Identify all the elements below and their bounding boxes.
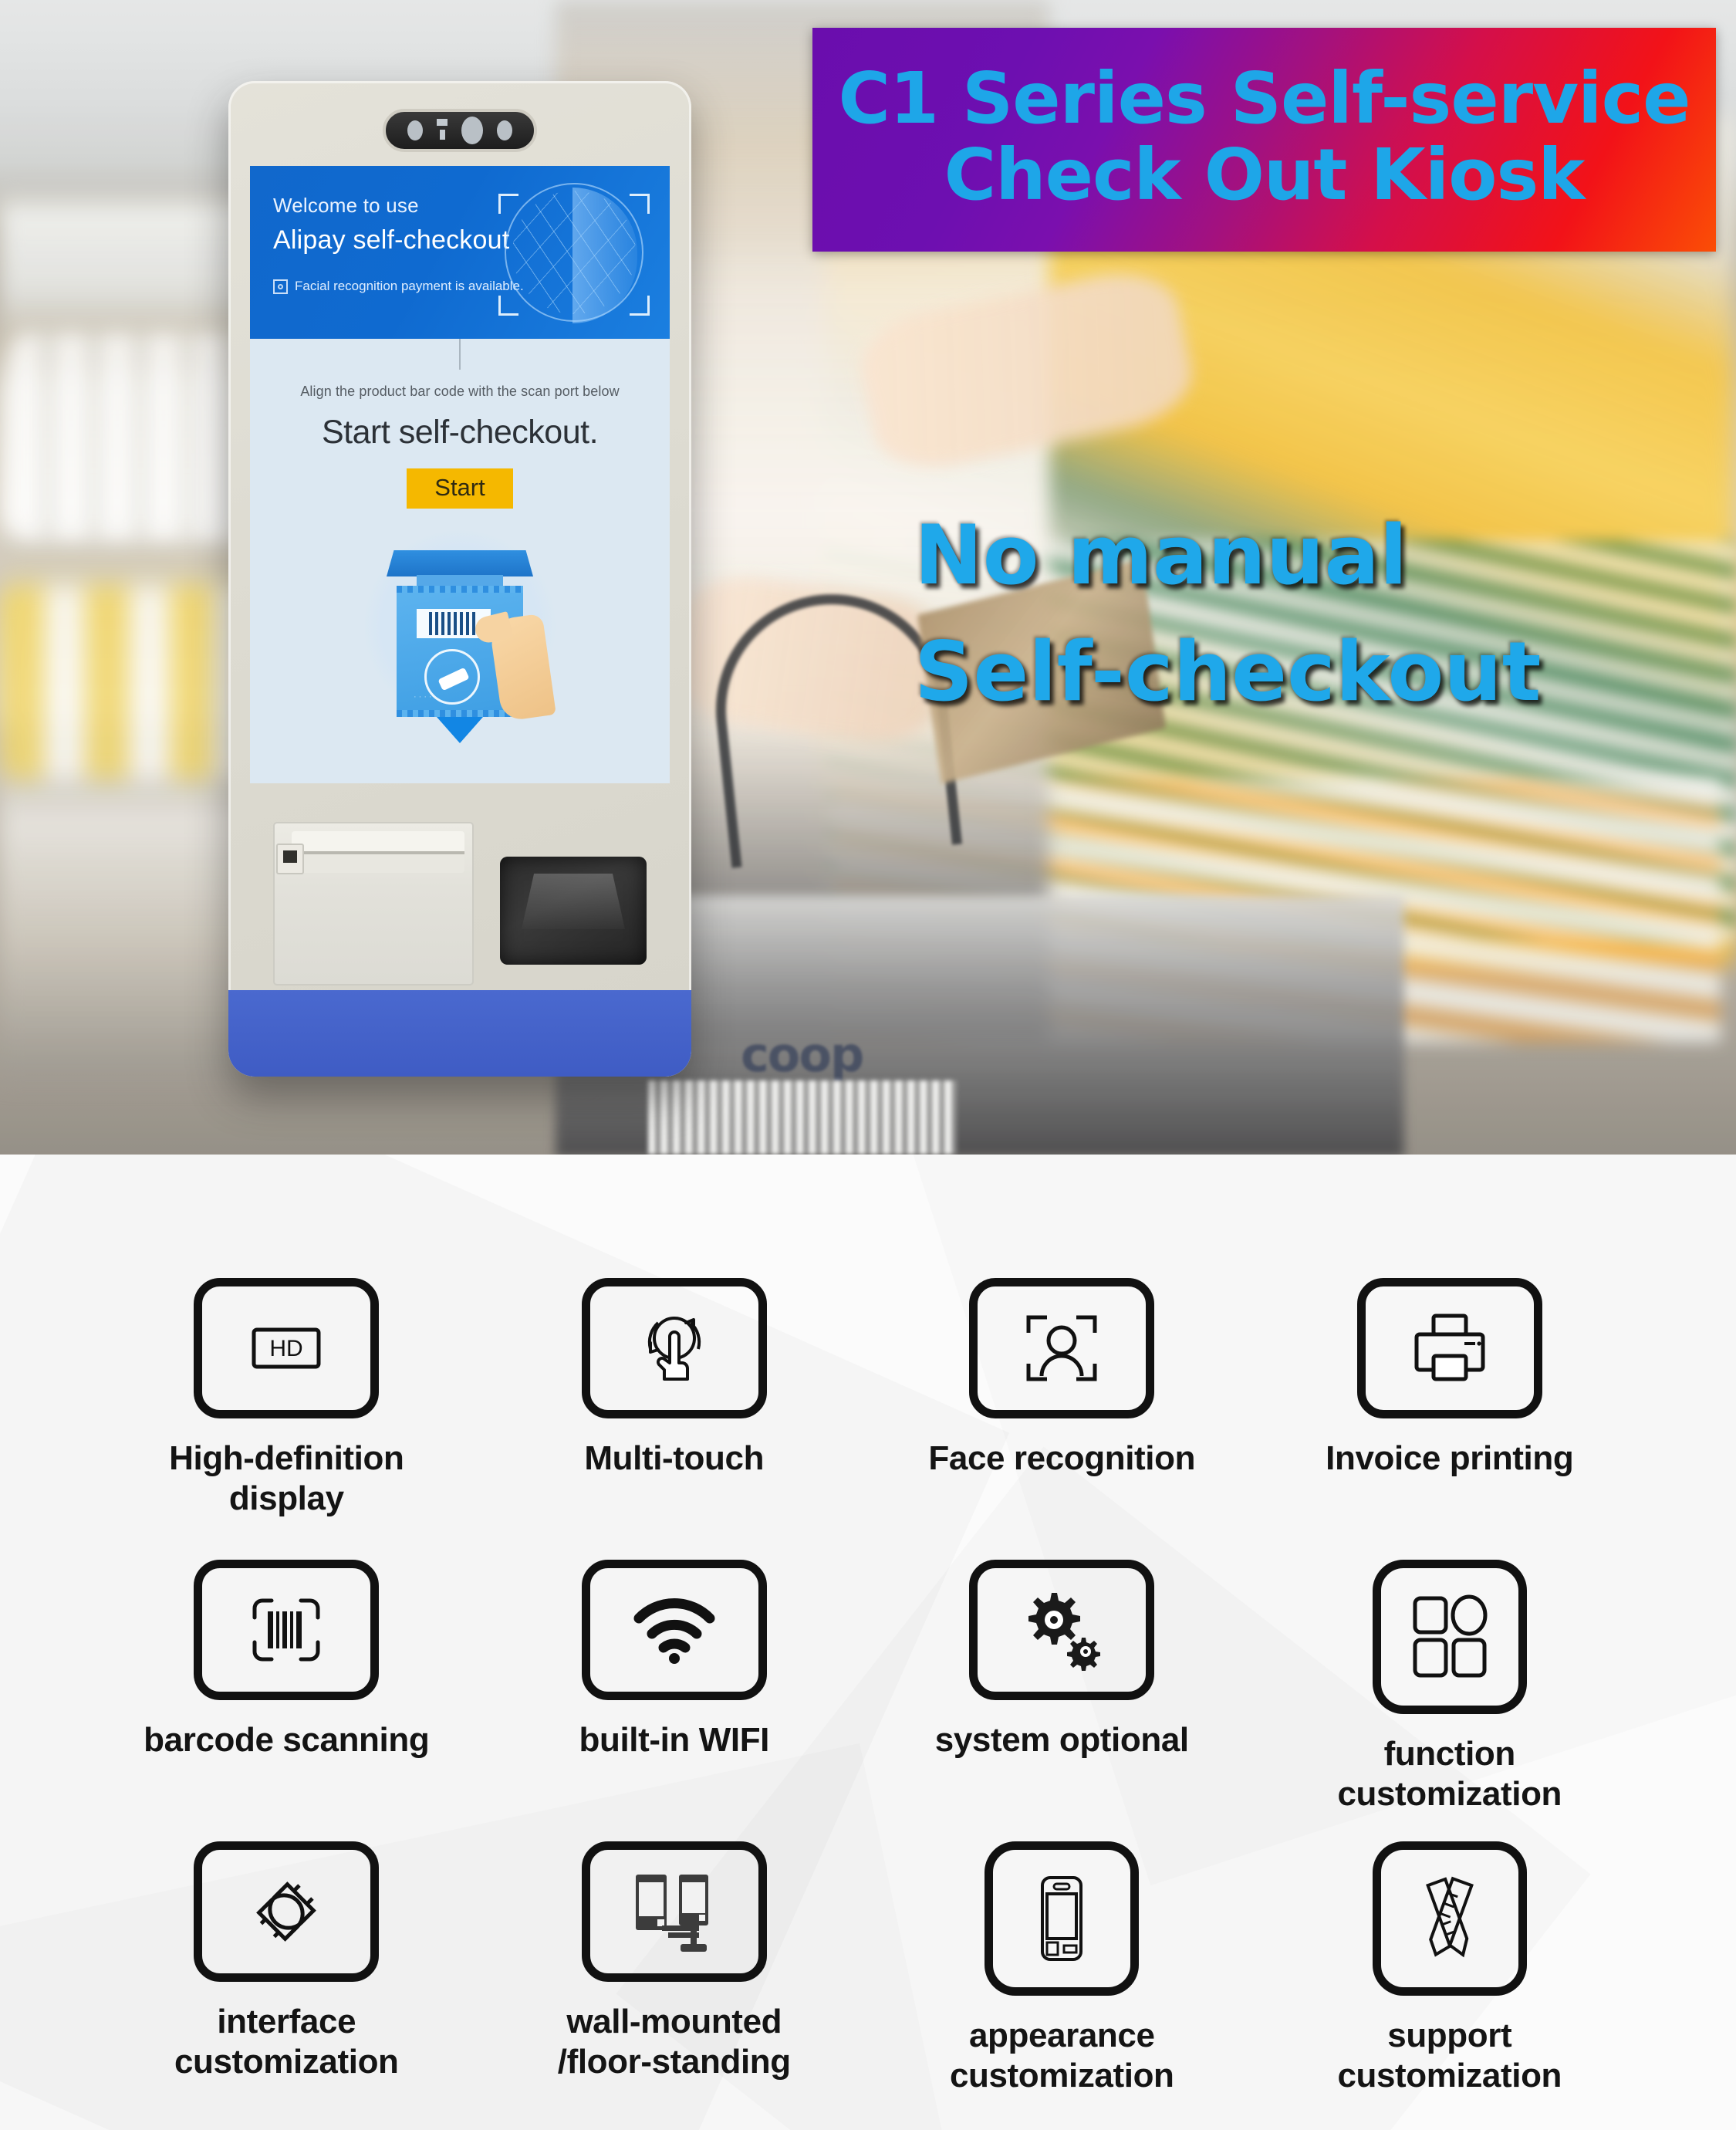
chevron-down-arrow-icon xyxy=(437,717,483,743)
start-button[interactable]: Start xyxy=(407,468,513,509)
ir-sensor-icon xyxy=(437,119,448,142)
globe-network-graphic xyxy=(498,177,650,328)
camera-main-lens-icon xyxy=(461,117,483,144)
banner-title-line2: Check Out Kiosk xyxy=(944,134,1586,216)
grid-shapes-icon xyxy=(1372,1560,1527,1714)
feature-label: support customization xyxy=(1337,2017,1562,2094)
kiosk-device: Welcome to use Alipay self-checkout Faci… xyxy=(228,81,691,1077)
feature-label: interface customization xyxy=(174,2003,399,2081)
printer-icon xyxy=(1356,1278,1542,1418)
feature-label: barcode scanning xyxy=(144,1721,430,1759)
kiosk-screen[interactable]: Welcome to use Alipay self-checkout Faci… xyxy=(250,166,670,783)
feature-item-wifi[interactable]: built-in WIFI xyxy=(481,1560,869,1841)
feature-item-interface-customization[interactable]: interface customization xyxy=(93,1841,481,2123)
pencil-ruler-icon xyxy=(1372,1841,1527,1996)
feature-label: Face recognition xyxy=(928,1439,1196,1477)
camera-lens-icon xyxy=(407,120,423,140)
screen-header: Welcome to use Alipay self-checkout Faci… xyxy=(250,166,670,339)
feature-label: built-in WIFI xyxy=(579,1721,770,1759)
multi-touch-hand-icon xyxy=(581,1278,767,1418)
feature-item-hd-display[interactable]: HD High-definition display xyxy=(93,1278,481,1560)
face-recognition-icon xyxy=(969,1278,1155,1418)
hd-display-icon: HD xyxy=(194,1278,380,1418)
feature-label: High-definition display xyxy=(169,1439,404,1517)
hero-callout: No manual Self-checkout xyxy=(914,498,1686,730)
hero-photo-banner: coop C1 Series Self-service Check Out Ki… xyxy=(0,0,1736,1155)
feature-item-system-optional[interactable]: system optional xyxy=(868,1560,1256,1841)
gears-icon xyxy=(969,1560,1155,1700)
feature-item-barcode-scanning[interactable]: barcode scanning xyxy=(93,1560,481,1841)
facial-note-text: Facial recognition payment is available. xyxy=(295,279,524,293)
feature-label: Multi-touch xyxy=(584,1439,765,1477)
feature-item-invoice-printing[interactable]: Invoice printing xyxy=(1256,1278,1644,1560)
svg-text:HD: HD xyxy=(270,1336,303,1361)
callout-line1: No manual xyxy=(914,508,1408,603)
feature-item-face-recognition[interactable]: Face recognition xyxy=(868,1278,1256,1560)
tablet-device-icon xyxy=(985,1841,1140,1996)
banner-title-line1: C1 Series Self-service xyxy=(838,56,1690,140)
features-panel: HD High-definition display Multi-touch F… xyxy=(0,1155,1736,2130)
kiosk-base-strip xyxy=(228,990,691,1077)
title-banner: C1 Series Self-service Check Out Kiosk xyxy=(812,28,1716,252)
screen-divider xyxy=(459,339,461,370)
barcode-scan-icon xyxy=(194,1560,380,1700)
plug-connector-icon xyxy=(194,1841,380,1982)
receipt-printer-slot xyxy=(273,822,474,986)
feature-label: system optional xyxy=(934,1721,1189,1759)
camera-aux-lens-icon xyxy=(497,120,512,140)
feature-item-support-customization[interactable]: support customization xyxy=(1256,1841,1644,2123)
scanner-head-icon xyxy=(387,550,533,576)
feature-item-mounting-options[interactable]: wall-mounted/floor-standing xyxy=(481,1841,869,2123)
callout-line2: Self-checkout xyxy=(914,624,1542,719)
printer-paper-slot xyxy=(292,831,464,873)
wifi-icon xyxy=(581,1560,767,1700)
screen-body: Align the product bar code with the scan… xyxy=(250,339,670,783)
package-text: ···· xyxy=(414,692,434,702)
face-scan-icon xyxy=(273,279,288,294)
feature-label: Invoice printing xyxy=(1326,1439,1574,1477)
feature-item-multi-touch[interactable]: Multi-touch xyxy=(481,1278,869,1560)
feature-label: wall-mounted/floor-standing xyxy=(557,2003,791,2081)
camera-module-icon xyxy=(383,109,537,152)
feature-item-function-customization[interactable]: function customization xyxy=(1256,1560,1644,1841)
barcode-scanner-window xyxy=(500,857,647,965)
barcode-package-scan-illustration: ···· xyxy=(344,524,576,743)
scan-hint-text: Align the product bar code with the scan… xyxy=(300,384,620,399)
feature-label: appearance customization xyxy=(949,2017,1174,2094)
printer-knob xyxy=(276,844,304,874)
screen-title: Start self-checkout. xyxy=(321,414,599,451)
feature-label: function customization xyxy=(1337,1735,1562,1813)
features-grid: HD High-definition display Multi-touch F… xyxy=(0,1155,1736,2123)
wall-floor-kiosk-icon xyxy=(581,1841,767,1982)
feature-item-appearance-customization[interactable]: appearance customization xyxy=(868,1841,1256,2123)
